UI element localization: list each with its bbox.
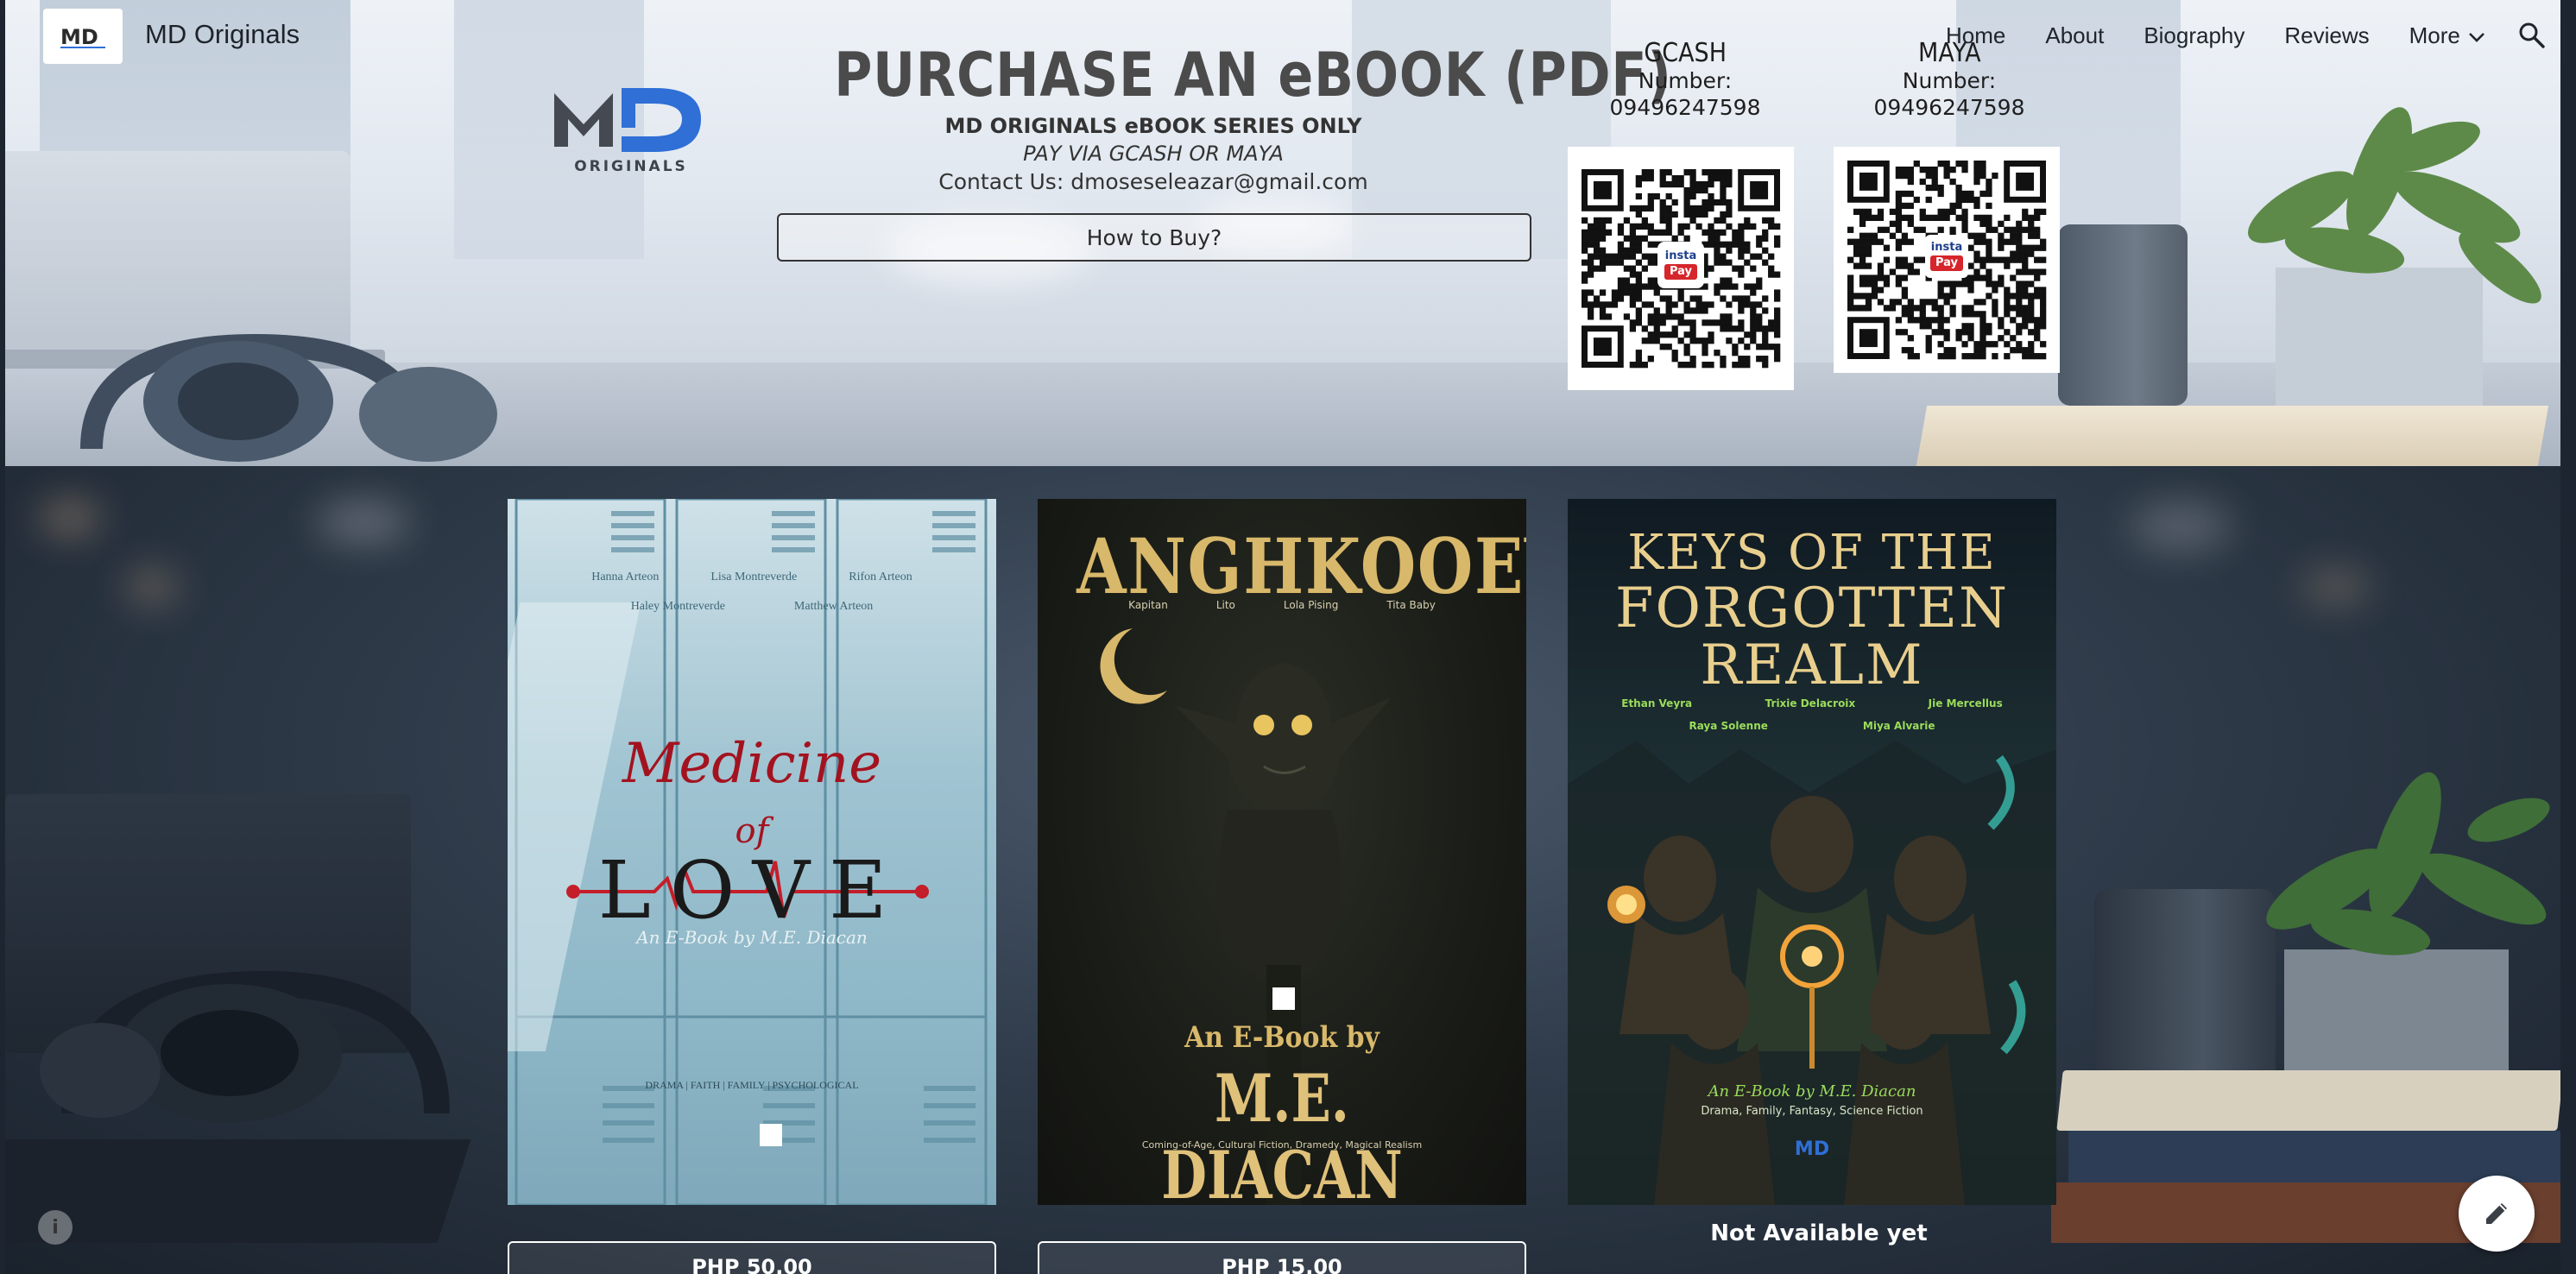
book-genre: Drama, Family, Fantasy, Science Fiction <box>1701 1105 1923 1118</box>
nav-biography[interactable]: Biography <box>2144 22 2245 49</box>
gcash-number-label: Number: <box>1638 68 1733 93</box>
series-subtitle: MD ORIGINALS eBOOK SERIES ONLY <box>944 114 1362 138</box>
nav-more-label: More <box>2409 22 2460 48</box>
book-title-love: LOVE <box>597 844 906 937</box>
chevron-down-icon <box>2468 33 2484 42</box>
how-to-buy-button[interactable]: How to Buy? <box>777 213 1531 262</box>
cast-name: Haley Montreverde <box>630 600 725 613</box>
book-byline: An E-Book by <box>1184 1020 1380 1055</box>
cast-name: Rifon Arteon <box>849 571 912 583</box>
cast-name: Matthew Arteon <box>793 600 874 613</box>
instapay-badge: insta Pay <box>1925 235 1968 278</box>
pencil-icon <box>2486 1203 2507 1224</box>
plant-decoration-lower <box>2266 772 2550 1113</box>
price-button-anghkooey[interactable]: PHP 15.00 <box>1038 1241 1526 1274</box>
headphones-decoration <box>80 333 497 462</box>
book-author: M.E. DIACAN <box>1161 1060 1403 1205</box>
cast-name: Lisa Montreverde <box>710 571 798 583</box>
mug-decoration <box>2058 224 2188 406</box>
maya-number: 09496247598 <box>1873 95 2025 120</box>
svg-text:ORIGINALS: ORIGINALS <box>574 158 688 175</box>
price-button-medicine-of-love[interactable]: PHP 50.00 <box>508 1241 996 1274</box>
payment-note: PAY VIA GCASH OR MAYA <box>1023 142 1284 166</box>
svg-text:MD: MD <box>60 25 98 49</box>
md-logo-icon: MD <box>60 25 105 49</box>
book-byline: An E-Book by M.E. Diacan <box>636 927 868 948</box>
instapay-badge: insta Pay <box>1659 243 1702 287</box>
cast-name: Hanna Arteon <box>591 571 660 583</box>
site-logo[interactable]: MD <box>43 9 123 64</box>
plant-decoration <box>2248 107 2541 440</box>
book-cover-medicine-of-love[interactable]: Hanna Arteon Lisa Montreverde Rifon Arteon… <box>508 499 996 1205</box>
gcash-info: GCASH Number: 09496247598 <box>1582 40 1789 121</box>
instapay-badge-top: insta <box>1930 241 1963 254</box>
book-title-medicine: Medicine <box>622 732 882 796</box>
book-genre: DRAMA | FAITH | FAMILY | PSYCHOLOGICAL <box>645 1079 859 1091</box>
maya-info: MAYA Number: 09496247598 <box>1846 40 2053 121</box>
edit-button[interactable] <box>2459 1176 2535 1252</box>
book-genre: Coming-of-Age, Cultural Fiction, Dramedy… <box>1141 1139 1423 1151</box>
contact-text: Contact Us: dmoseseleazar@gmail.com <box>938 169 1368 194</box>
info-icon[interactable]: i <box>38 1210 73 1245</box>
instapay-badge-top: insta <box>1664 249 1697 262</box>
book-cover-keys-of-the-forgotten-realm[interactable]: KEYS OF THE FORGOTTEN REALM Ethan Veyra T… <box>1568 499 2056 1205</box>
maya-number-label: Number: <box>1902 68 1997 93</box>
headphones-decoration-lower <box>40 970 450 1122</box>
nav-reviews[interactable]: Reviews <box>2284 22 2369 49</box>
maya-label: MAYA <box>1917 38 1981 68</box>
book-cover-anghkooey[interactable]: ANGHKOOEY Kapitan Lito Lola Pising Tita Bab… <box>1038 499 1526 1205</box>
svg-text:MD: MD <box>1795 1138 1829 1160</box>
open-book-decoration <box>1916 406 2549 466</box>
gcash-qr-code[interactable]: insta Pay <box>1568 147 1794 390</box>
nav-about[interactable]: About <box>2045 22 2104 49</box>
instapay-badge-bottom: Pay <box>1664 264 1697 280</box>
md-originals-logo: ORIGINALS <box>554 88 701 175</box>
gcash-number: 09496247598 <box>1609 95 1761 120</box>
maya-qr-code[interactable]: insta Pay <box>1834 147 2060 373</box>
site-title[interactable]: MD Originals <box>145 19 300 50</box>
not-available-label: Not Available yet <box>1710 1220 1928 1246</box>
gcash-label: GCASH <box>1644 38 1727 68</box>
search-icon[interactable] <box>2517 21 2547 50</box>
book-byline: An E-Book by M.E. Diacan <box>1708 1082 1916 1101</box>
page-title: PURCHASE AN eBOOK (PDF) <box>834 40 1672 110</box>
nav-more[interactable]: More <box>2409 22 2486 49</box>
book-cast: Hanna Arteon Lisa Montreverde Rifon Arteon… <box>508 563 996 621</box>
instapay-badge-bottom: Pay <box>1930 255 1963 271</box>
page: MD MD Originals Home About Biography Rev… <box>5 0 2560 1274</box>
